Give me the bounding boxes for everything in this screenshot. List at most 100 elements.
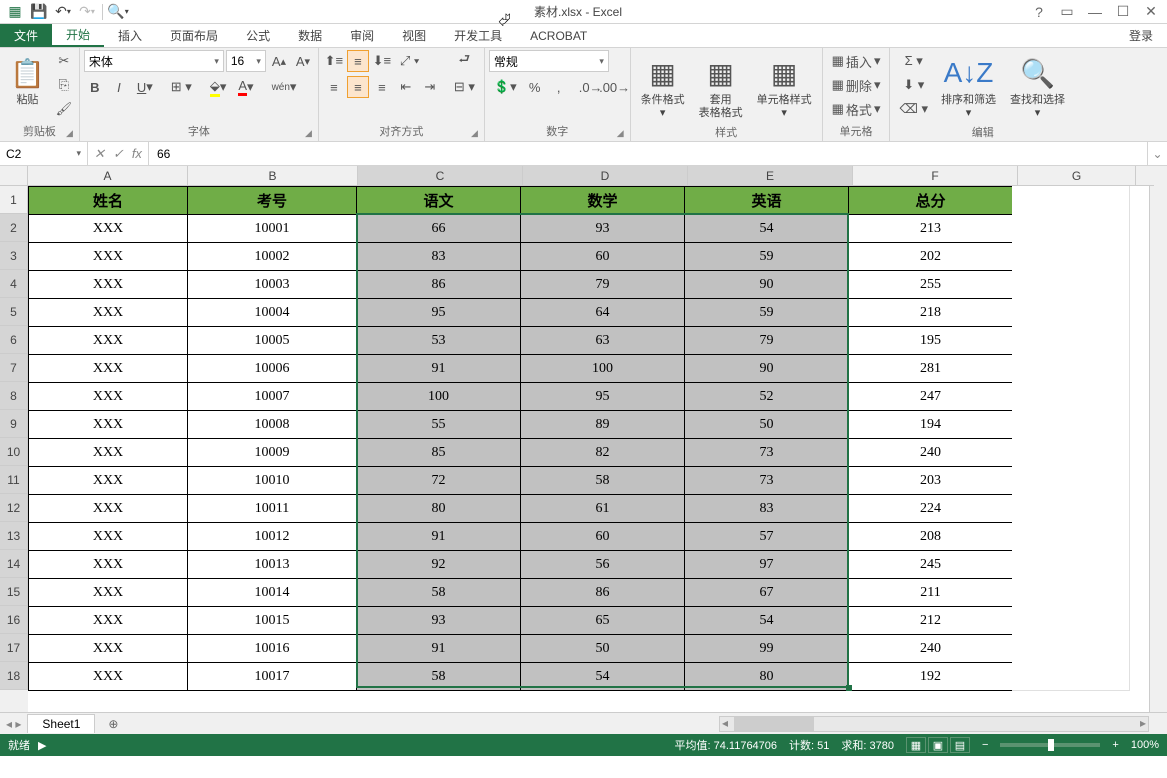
decrease-font-button[interactable]: A▾ bbox=[292, 50, 314, 72]
cell-styles-button[interactable]: ▦ 单元格样式▾ bbox=[751, 50, 818, 122]
cell[interactable]: 224 bbox=[848, 494, 1013, 523]
cell[interactable]: 202 bbox=[848, 242, 1013, 271]
cell[interactable]: 10002 bbox=[187, 242, 357, 271]
cell[interactable]: 10013 bbox=[187, 550, 357, 579]
macro-record-icon[interactable]: ▶ bbox=[38, 739, 46, 752]
cell[interactable]: 208 bbox=[848, 522, 1013, 551]
cell[interactable]: 281 bbox=[848, 354, 1013, 383]
cell[interactable] bbox=[1012, 186, 1130, 215]
cell[interactable]: 67 bbox=[684, 578, 849, 607]
cell[interactable]: 86 bbox=[356, 270, 521, 299]
cell[interactable] bbox=[1012, 662, 1130, 691]
format-painter-button[interactable]: 🖌 bbox=[53, 98, 75, 120]
accounting-format-button[interactable]: 💲▾ bbox=[489, 76, 522, 98]
launcher-icon[interactable]: ◢ bbox=[471, 128, 478, 139]
cell[interactable]: 58 bbox=[356, 662, 521, 691]
bold-button[interactable]: B bbox=[84, 76, 106, 98]
tab-layout[interactable]: 页面布局 bbox=[156, 24, 232, 47]
redo-button[interactable]: ↷▾ bbox=[76, 2, 98, 22]
cell[interactable]: XXX bbox=[28, 270, 188, 299]
cell[interactable] bbox=[1012, 242, 1130, 271]
tab-data[interactable]: 数据 bbox=[284, 24, 336, 47]
cell[interactable]: 240 bbox=[848, 634, 1013, 663]
cell[interactable]: 86 bbox=[520, 578, 685, 607]
expand-formula-bar[interactable]: ⌄ bbox=[1147, 142, 1167, 165]
tab-formulas[interactable]: 公式 bbox=[232, 24, 284, 47]
column-header[interactable]: D bbox=[523, 166, 688, 186]
cell[interactable]: 10014 bbox=[187, 578, 357, 607]
row-header[interactable]: 14 bbox=[0, 550, 28, 578]
undo-button[interactable]: ↶▾ bbox=[52, 2, 74, 22]
cell[interactable]: 10011 bbox=[187, 494, 357, 523]
align-bottom-button[interactable]: ⬇≡ bbox=[371, 50, 393, 72]
horizontal-scrollbar[interactable]: ◂ ▸ bbox=[719, 716, 1149, 732]
cell[interactable]: 10003 bbox=[187, 270, 357, 299]
copy-button[interactable]: ⎘ bbox=[53, 74, 75, 96]
format-cells-button[interactable]: ▦ 格式 ▾ bbox=[827, 98, 886, 120]
cell[interactable]: 91 bbox=[356, 634, 521, 663]
cell[interactable]: 90 bbox=[684, 354, 849, 383]
align-left-button[interactable]: ≡ bbox=[323, 76, 345, 98]
cell[interactable]: 89 bbox=[520, 410, 685, 439]
row-header[interactable]: 9 bbox=[0, 410, 28, 438]
cell[interactable]: 85 bbox=[356, 438, 521, 467]
cell[interactable]: 姓名 bbox=[28, 186, 188, 215]
row-header[interactable]: 11 bbox=[0, 466, 28, 494]
phonetic-button[interactable]: wén ▾ bbox=[267, 76, 302, 98]
cell[interactable]: 54 bbox=[684, 606, 849, 635]
cell[interactable]: 10012 bbox=[187, 522, 357, 551]
conditional-format-button[interactable]: ▦ 条件格式▾ bbox=[635, 50, 691, 122]
number-format-combo[interactable]: 常规▾ bbox=[489, 50, 609, 72]
cell[interactable]: 10005 bbox=[187, 326, 357, 355]
cell[interactable]: 10015 bbox=[187, 606, 357, 635]
cell[interactable]: 10006 bbox=[187, 354, 357, 383]
cell[interactable]: 54 bbox=[520, 662, 685, 691]
cell[interactable]: 总分 bbox=[848, 186, 1013, 215]
cell[interactable]: 10016 bbox=[187, 634, 357, 663]
cell[interactable]: 73 bbox=[684, 438, 849, 467]
select-all-corner[interactable] bbox=[0, 166, 28, 186]
cell[interactable]: 213 bbox=[848, 214, 1013, 243]
column-header[interactable]: A bbox=[28, 166, 188, 186]
sheet-tab[interactable]: Sheet1 bbox=[27, 714, 95, 733]
cut-button[interactable]: ✂ bbox=[53, 50, 75, 72]
cell[interactable]: 59 bbox=[684, 242, 849, 271]
close-button[interactable]: ✕ bbox=[1139, 2, 1163, 22]
align-top-button[interactable]: ⬆≡ bbox=[323, 50, 345, 72]
launcher-icon[interactable]: ◢ bbox=[66, 128, 73, 139]
cell[interactable]: 100 bbox=[356, 382, 521, 411]
tab-developer[interactable]: 开发工具 bbox=[440, 24, 516, 47]
cell[interactable]: 255 bbox=[848, 270, 1013, 299]
cell[interactable]: 66 bbox=[356, 214, 521, 243]
cell[interactable]: 247 bbox=[848, 382, 1013, 411]
fill-button[interactable]: ⬇ ▾ bbox=[894, 74, 933, 96]
underline-button[interactable]: U ▾ bbox=[132, 76, 158, 98]
name-box[interactable]: C2▾ bbox=[0, 142, 88, 165]
paste-button[interactable]: 📋 粘贴 bbox=[4, 50, 51, 109]
cell[interactable] bbox=[1012, 270, 1130, 299]
sheet-nav[interactable]: ◂ ▸ bbox=[0, 717, 27, 731]
align-middle-button[interactable]: ≡ bbox=[347, 50, 369, 72]
cell[interactable]: 79 bbox=[520, 270, 685, 299]
cell[interactable]: XXX bbox=[28, 634, 188, 663]
cell[interactable]: 95 bbox=[520, 382, 685, 411]
fx-icon[interactable]: fx bbox=[132, 146, 142, 161]
row-header[interactable]: 8 bbox=[0, 382, 28, 410]
cell[interactable] bbox=[1012, 326, 1130, 355]
cell[interactable]: XXX bbox=[28, 214, 188, 243]
cell[interactable]: 59 bbox=[684, 298, 849, 327]
cell[interactable]: 52 bbox=[684, 382, 849, 411]
cell[interactable]: 240 bbox=[848, 438, 1013, 467]
cell[interactable]: XXX bbox=[28, 578, 188, 607]
formula-input[interactable]: 66 bbox=[149, 142, 1147, 165]
cell[interactable]: 56 bbox=[520, 550, 685, 579]
maximize-button[interactable]: ☐ bbox=[1111, 2, 1135, 22]
row-header[interactable]: 10 bbox=[0, 438, 28, 466]
cell[interactable]: 语文 bbox=[356, 186, 521, 215]
row-header[interactable]: 5 bbox=[0, 298, 28, 326]
cell[interactable]: 考号 bbox=[187, 186, 357, 215]
login-link[interactable]: 登录 bbox=[1115, 24, 1167, 47]
cell[interactable]: 58 bbox=[356, 578, 521, 607]
italic-button[interactable]: I bbox=[108, 76, 130, 98]
normal-view-button[interactable]: ▦ bbox=[906, 737, 926, 753]
